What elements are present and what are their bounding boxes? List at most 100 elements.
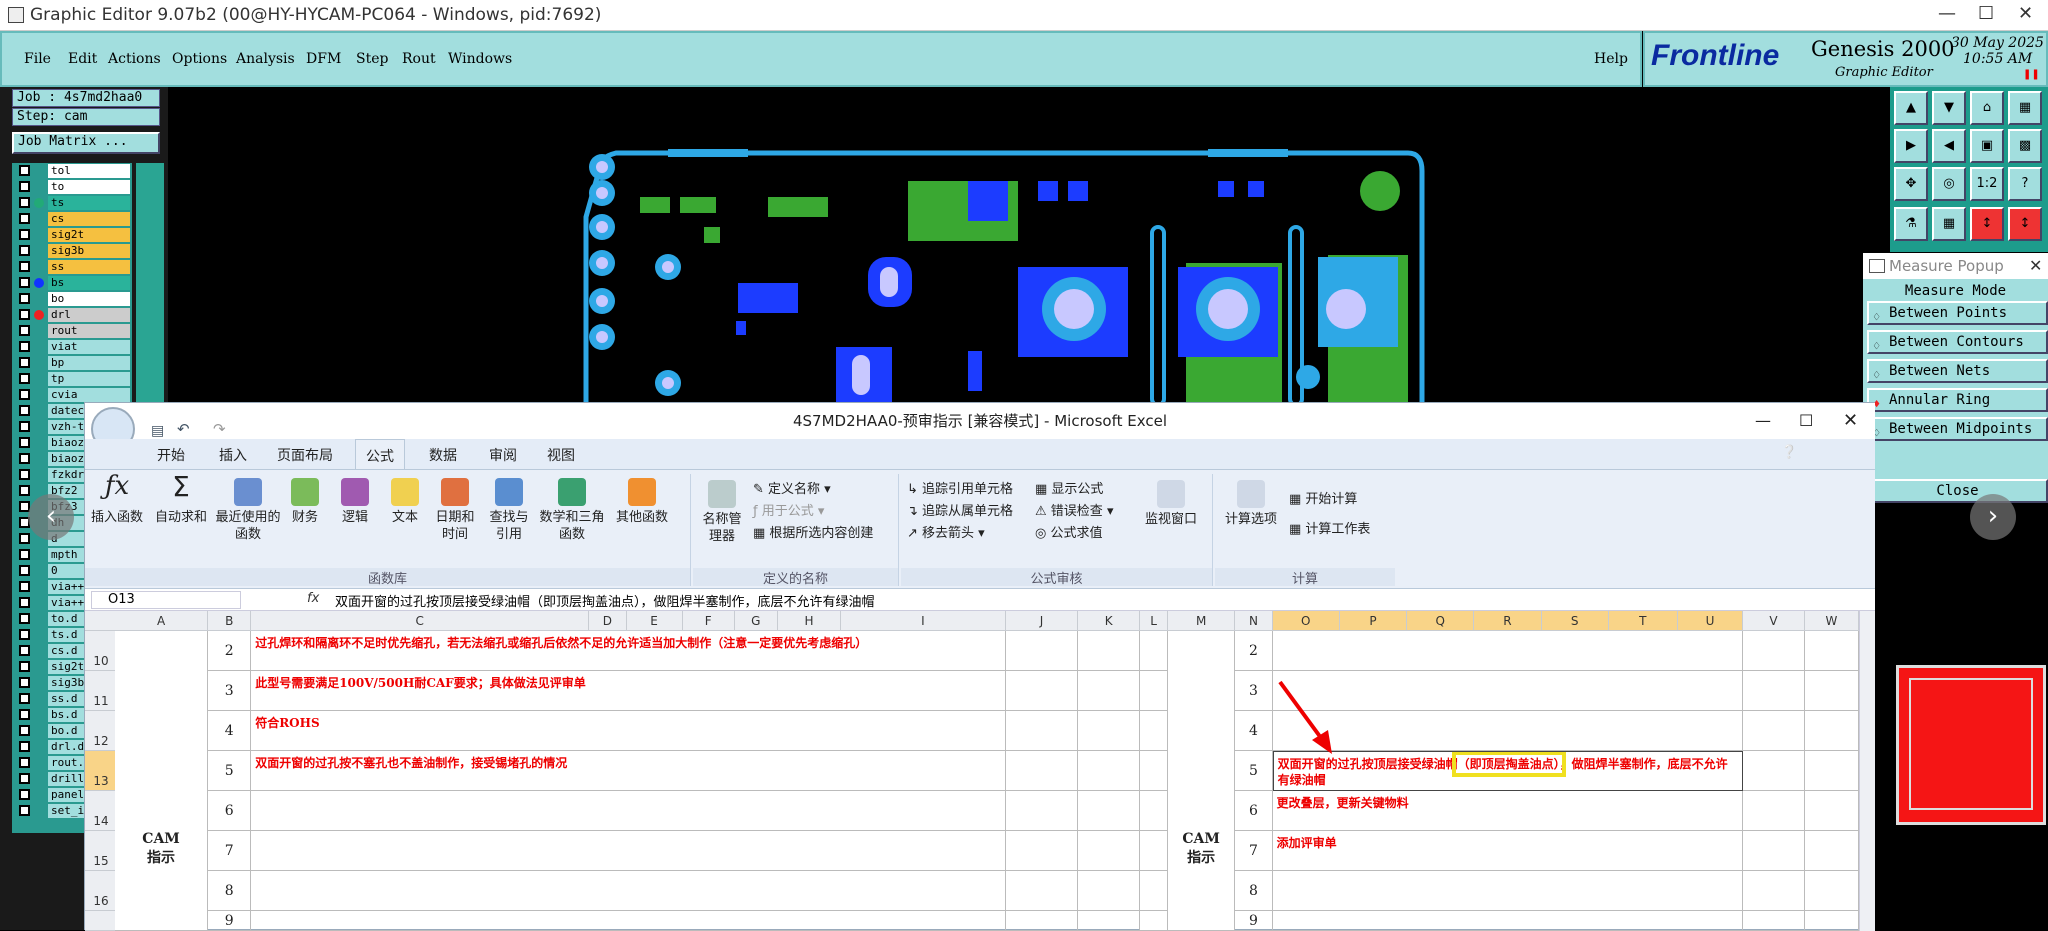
table-cell[interactable] xyxy=(1743,671,1805,711)
tab-page-layout[interactable]: 页面布局 xyxy=(277,445,333,465)
table-cell[interactable] xyxy=(1743,631,1805,671)
excel-maximize-icon[interactable]: ☐ xyxy=(1799,403,1813,439)
layer-checkbox[interactable] xyxy=(19,789,30,800)
gap-cell[interactable] xyxy=(1140,711,1169,751)
menu-step[interactable]: Step xyxy=(356,51,388,67)
layer-checkbox[interactable] xyxy=(19,693,30,704)
text-button[interactable]: 文本 xyxy=(385,478,425,526)
annular-ring-option[interactable]: ♦ Annular Ring xyxy=(1867,388,2048,412)
layer-checkbox[interactable] xyxy=(19,341,30,352)
column-header[interactable]: S xyxy=(1541,611,1609,631)
layer-row[interactable]: bs xyxy=(12,275,132,290)
menu-windows[interactable]: Windows xyxy=(448,51,512,67)
layer-checkbox[interactable] xyxy=(19,229,30,240)
column-header[interactable]: I xyxy=(841,611,1006,631)
row-number-cell[interactable]: 3 xyxy=(208,671,252,711)
job-matrix-button[interactable]: Job Matrix ... xyxy=(12,132,160,154)
layer-checkbox[interactable] xyxy=(19,581,30,592)
instruction-cell[interactable] xyxy=(251,791,1006,831)
layer-checkbox[interactable] xyxy=(19,181,30,192)
column-header[interactable]: D xyxy=(589,611,627,631)
layer-checkbox[interactable] xyxy=(19,421,30,432)
column-header[interactable]: H xyxy=(777,611,842,631)
lookup-button[interactable]: 查找与引用 xyxy=(485,478,533,543)
layer-checkbox[interactable] xyxy=(19,405,30,416)
layer-row[interactable]: ts xyxy=(12,195,132,210)
layer-row[interactable]: cs xyxy=(12,211,132,226)
tab-home[interactable]: 开始 xyxy=(157,445,185,465)
table-cell[interactable] xyxy=(1005,831,1079,871)
table-cell[interactable] xyxy=(1743,831,1805,871)
table-cell[interactable] xyxy=(1005,911,1079,931)
define-name-button[interactable]: ✎ 定义名称 ▾ xyxy=(753,478,831,497)
home-icon[interactable]: ⌂ xyxy=(1970,91,2004,125)
layer-checkbox[interactable] xyxy=(19,629,30,640)
layer-checkbox[interactable] xyxy=(19,197,30,208)
table-cell[interactable] xyxy=(1005,631,1079,671)
watch-window-button[interactable]: 监视窗口 xyxy=(1139,480,1203,528)
instruction-cell[interactable] xyxy=(1272,631,1744,671)
layer-row[interactable]: drl xyxy=(12,307,132,322)
table-cell[interactable] xyxy=(1078,711,1141,751)
layer-checkbox[interactable] xyxy=(19,805,30,816)
table-cell[interactable] xyxy=(1005,871,1079,911)
row-header[interactable]: 10 xyxy=(85,631,117,671)
layer-row[interactable]: bp xyxy=(12,355,132,370)
menu-rout[interactable]: Rout xyxy=(402,51,436,67)
table-cell[interactable] xyxy=(1804,671,1859,711)
calculate-sheet-button[interactable]: ▦ 计算工作表 xyxy=(1289,518,1370,537)
layer-checkbox[interactable] xyxy=(19,741,30,752)
gap-cell[interactable] xyxy=(1140,871,1169,911)
column-header[interactable]: O xyxy=(1272,611,1340,631)
zoom-out-icon[interactable]: ◀ xyxy=(1932,129,1966,163)
table-cell[interactable] xyxy=(1743,871,1805,911)
table-cell[interactable] xyxy=(1804,631,1859,671)
select-all-corner[interactable] xyxy=(85,611,117,631)
split-icon[interactable]: ▣ xyxy=(1970,129,2004,163)
table-cell[interactable] xyxy=(1743,791,1805,831)
instruction-cell[interactable] xyxy=(251,911,1006,931)
row-header[interactable]: 14 xyxy=(85,791,117,831)
table-cell[interactable] xyxy=(1743,911,1805,931)
instruction-cell[interactable]: 过孔焊环和隔离环不足时优先缩孔，若无法缩孔或缩孔后依然不足的允许适当加大制作（注… xyxy=(251,631,1006,671)
row-number-cell[interactable]: 3 xyxy=(1235,671,1273,711)
layer-checkbox[interactable] xyxy=(19,389,30,400)
instruction-cell[interactable] xyxy=(1272,911,1744,931)
fit-icon[interactable]: ▩ xyxy=(2008,129,2042,163)
next-arrow-icon[interactable]: › xyxy=(1970,494,2016,540)
table-cell[interactable] xyxy=(1078,671,1141,711)
table-cell[interactable] xyxy=(1743,751,1805,791)
layer-checkbox[interactable] xyxy=(19,325,30,336)
measure2-icon[interactable]: ↕ xyxy=(2008,207,2042,241)
column-header[interactable]: E xyxy=(626,611,683,631)
cam-label-cell[interactable]: CAM 指示 xyxy=(1168,631,1236,931)
trace-precedents-button[interactable]: ↳ 追踪引用单元格 xyxy=(907,478,1013,497)
menu-analysis[interactable]: Analysis xyxy=(236,51,295,67)
menu-file[interactable]: File xyxy=(24,51,51,67)
autosum-button[interactable]: Σ 自动求和 xyxy=(151,473,211,526)
layer-row[interactable]: tp xyxy=(12,371,132,386)
show-formulas-button[interactable]: ▦ 显示公式 xyxy=(1035,478,1103,497)
instruction-cell[interactable] xyxy=(1272,871,1744,911)
menu-help[interactable]: Help xyxy=(1594,51,1628,67)
menu-actions[interactable]: Actions xyxy=(108,51,161,67)
table-cell[interactable] xyxy=(1078,751,1141,791)
instruction-cell[interactable] xyxy=(1272,671,1744,711)
table-cell[interactable] xyxy=(1078,831,1141,871)
layer-checkbox[interactable] xyxy=(19,549,30,560)
remove-arrows-button[interactable]: ↗ 移去箭头 ▾ xyxy=(907,522,985,541)
layer-row[interactable]: tol xyxy=(12,163,132,178)
table-cell[interactable] xyxy=(1743,711,1805,751)
layer-row[interactable]: cvia xyxy=(12,387,132,402)
layer-checkbox[interactable] xyxy=(19,661,30,672)
layer-checkbox[interactable] xyxy=(19,469,30,480)
download-icon[interactable]: ▼ xyxy=(1932,91,1966,125)
calculate-now-button[interactable]: ▦ 开始计算 xyxy=(1289,488,1357,507)
layer-row[interactable]: ss xyxy=(12,259,132,274)
table-cell[interactable] xyxy=(1804,711,1859,751)
layer-row[interactable]: to xyxy=(12,179,132,194)
column-header[interactable]: R xyxy=(1474,611,1542,631)
table-cell[interactable] xyxy=(1078,911,1141,931)
column-header[interactable]: G xyxy=(734,611,778,631)
cam-label-cell[interactable]: CAM 指示 xyxy=(114,631,209,931)
